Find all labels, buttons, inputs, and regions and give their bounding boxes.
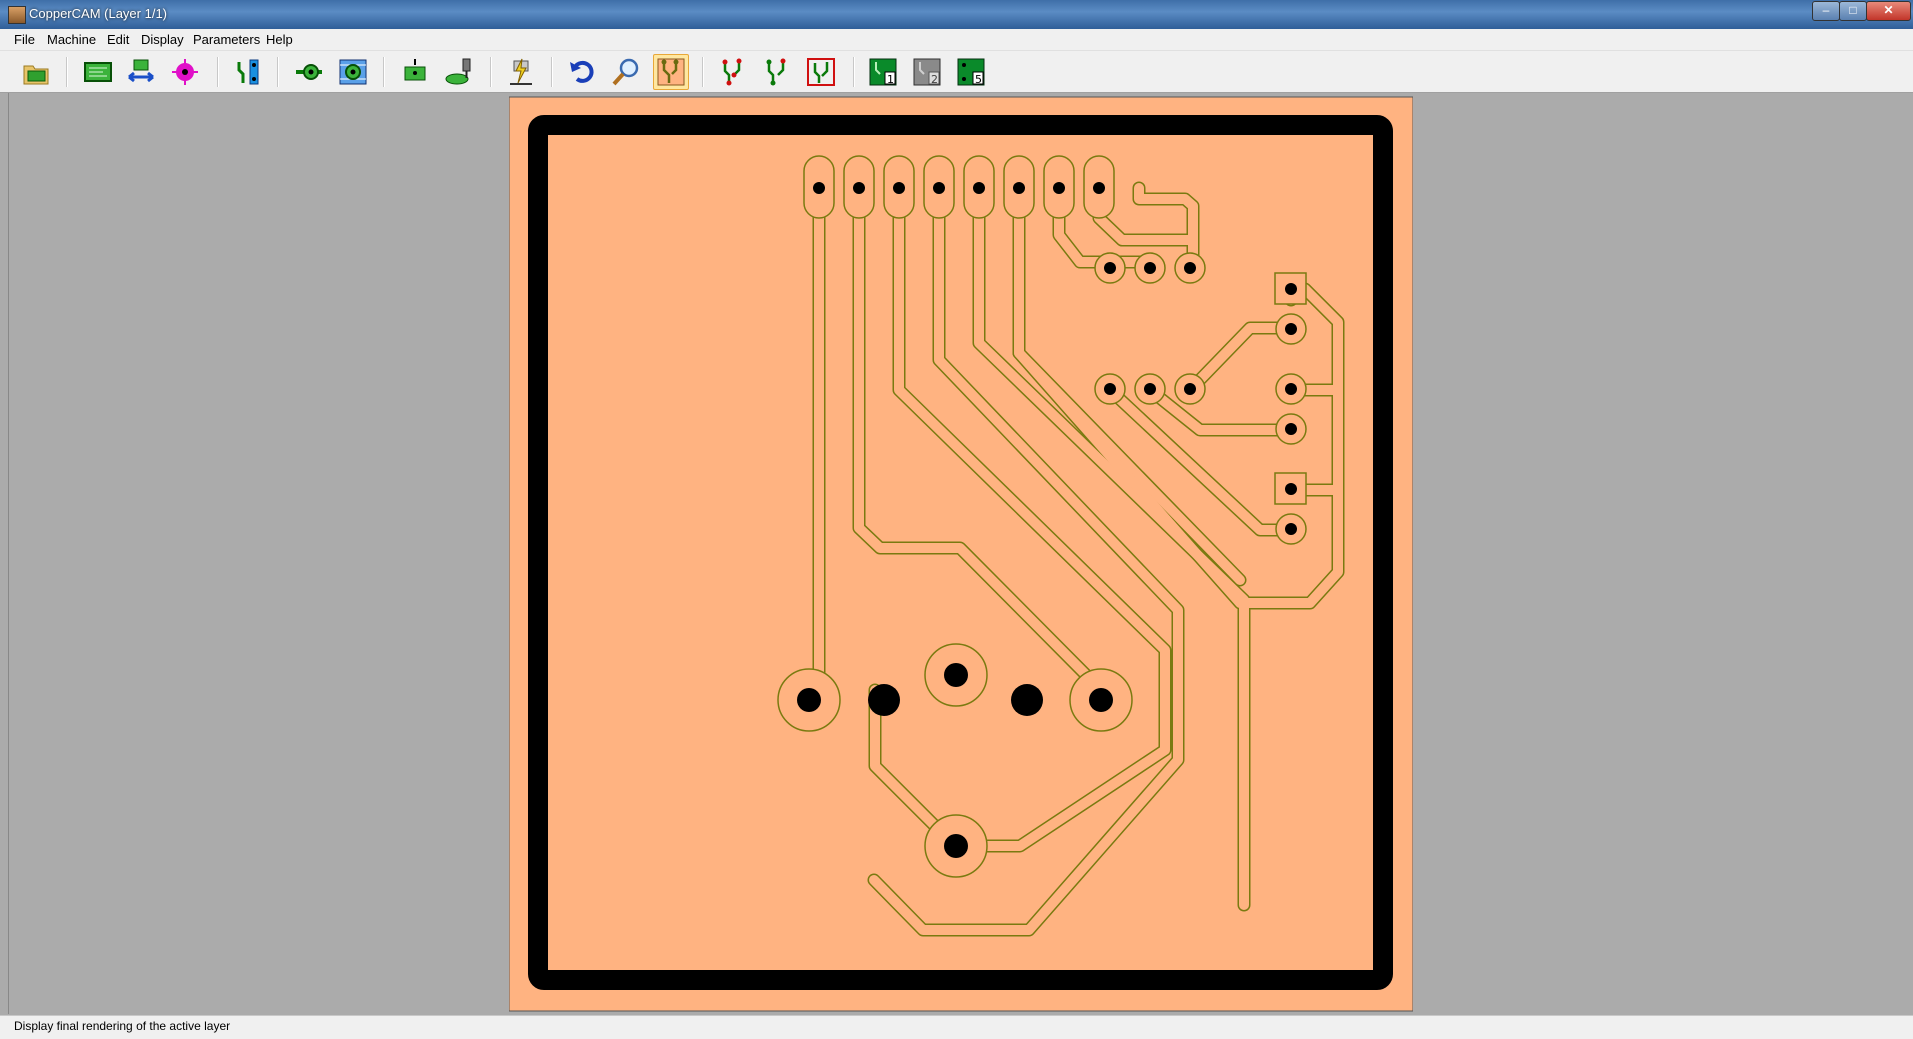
open-file-button[interactable] [19, 55, 53, 89]
final-rendering-button[interactable] [653, 54, 689, 90]
layer-2-button[interactable]: 2 [910, 55, 944, 89]
layer-5-label: 5 [975, 73, 982, 86]
calculate-contours-button[interactable] [504, 55, 538, 89]
tracks-red-icon [722, 58, 742, 86]
menu-machine[interactable]: Machine [47, 32, 96, 47]
lightning-tool-icon [510, 58, 532, 85]
status-bar: Display final rendering of the active la… [0, 1015, 1913, 1039]
tracks-view-2-button[interactable] [759, 55, 793, 89]
maximize-button[interactable]: □ [1839, 1, 1867, 21]
tracks-view-1-button[interactable] [715, 55, 749, 89]
pad-button[interactable] [292, 55, 326, 89]
menu-display[interactable]: Display [141, 32, 184, 47]
minimize-button[interactable]: – [1812, 1, 1840, 21]
origin-button[interactable] [168, 55, 202, 89]
menu-edit[interactable]: Edit [107, 32, 129, 47]
layer-5-button[interactable]: 5 [954, 55, 988, 89]
toolbar: 1 2 5 [0, 51, 1913, 93]
layer-5-icon: 5 [957, 58, 985, 86]
undo-arrow-icon [570, 60, 594, 83]
drill-button[interactable] [398, 55, 432, 89]
status-text: Display final rendering of the active la… [14, 1019, 231, 1033]
layer-1-button[interactable]: 1 [866, 55, 900, 89]
pcb-board-icon [84, 62, 112, 82]
layer-1-icon: 1 [869, 58, 897, 86]
mirror-board-button[interactable] [124, 55, 158, 89]
layer-1-label: 1 [887, 73, 894, 86]
origin-target-icon [172, 59, 198, 85]
menu-file[interactable]: File [14, 32, 35, 47]
app-icon [8, 6, 26, 24]
rendered-pcb-icon [657, 58, 685, 86]
window-title: CopperCAM (Layer 1/1) [29, 6, 167, 21]
menu-bar: File Machine Edit Display Parameters Hel… [0, 29, 1913, 51]
magnifier-icon [612, 58, 639, 86]
menu-help[interactable]: Help [266, 32, 293, 47]
milling-tool-icon [445, 58, 471, 85]
tracks-framed-icon [807, 58, 835, 86]
pad-icon [296, 64, 322, 80]
layer-2-label: 2 [931, 73, 938, 86]
open-folder-icon [23, 65, 49, 85]
track-select-icon [237, 59, 259, 85]
mirror-arrows-icon [128, 59, 154, 83]
isolation-pad-icon [339, 59, 367, 85]
board-outline-button[interactable] [81, 55, 115, 89]
pcb-board-canvas[interactable] [509, 96, 1413, 1012]
mill-button[interactable] [442, 55, 476, 89]
tracks-view-3-button[interactable] [804, 55, 838, 89]
zoom-button[interactable] [609, 55, 643, 89]
menu-parameters[interactable]: Parameters [193, 32, 260, 47]
undo-button[interactable] [565, 55, 599, 89]
drill-board-icon [404, 59, 426, 81]
isolation-button[interactable] [336, 55, 370, 89]
select-tracks-button[interactable] [231, 55, 265, 89]
tracks-green-icon [766, 58, 786, 86]
close-button[interactable]: ✕ [1866, 1, 1911, 21]
title-bar: CopperCAM (Layer 1/1) – □ ✕ [0, 0, 1913, 29]
layer-2-icon: 2 [913, 58, 941, 86]
